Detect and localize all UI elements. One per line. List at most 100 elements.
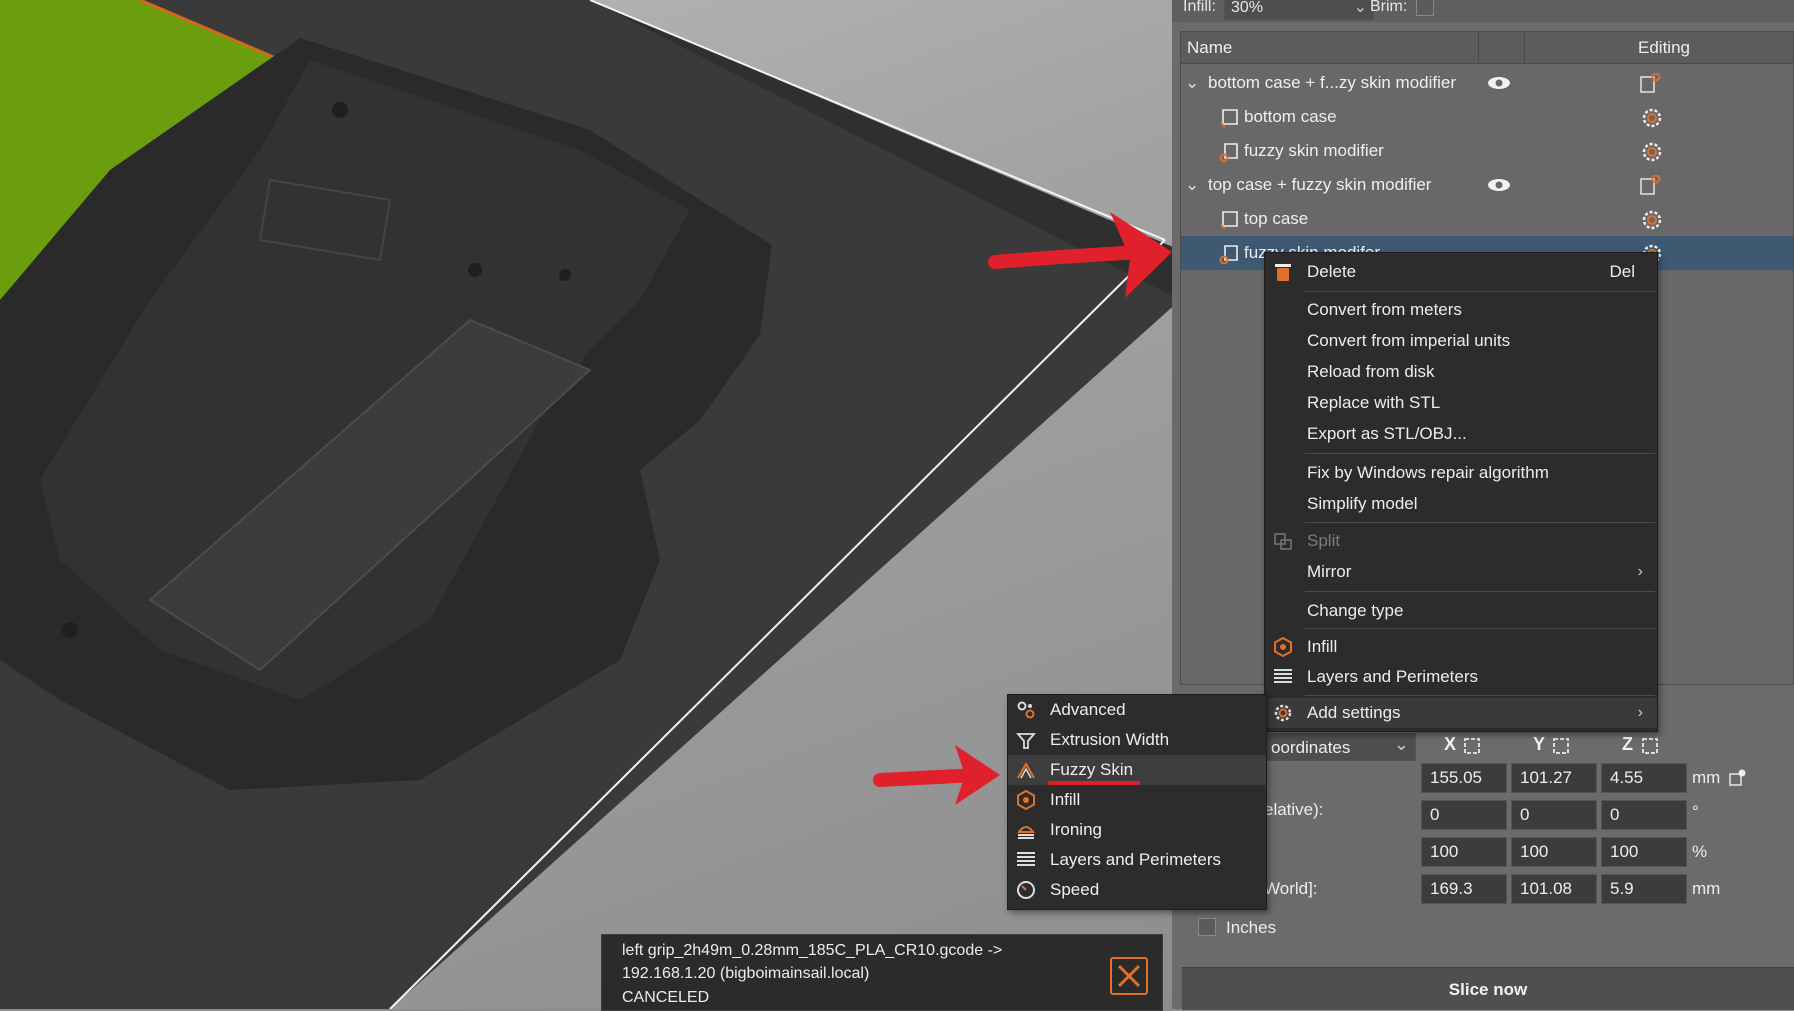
object-settings-icon[interactable]	[1639, 175, 1661, 197]
menu-separator	[1305, 628, 1655, 629]
object-label: bottom case + f...zy skin modifier	[1208, 73, 1457, 92]
part-icon	[1220, 109, 1238, 128]
rotation-y-input[interactable]: 0	[1511, 800, 1597, 830]
3d-viewport[interactable]	[0, 0, 1180, 1009]
menu-item-reload[interactable]: Reload from disk	[1265, 357, 1657, 387]
axis-x-lock-icon[interactable]	[1463, 737, 1481, 755]
scale-z-input[interactable]: 100	[1601, 837, 1687, 867]
menu-separator	[1305, 453, 1655, 454]
eye-icon[interactable]	[1487, 73, 1511, 93]
extrusion-width-icon	[1016, 733, 1036, 749]
menu-label: Convert from imperial units	[1307, 331, 1511, 350]
axis-z-lock-icon[interactable]	[1641, 737, 1659, 755]
submenu-item-ironing[interactable]: Ironing	[1008, 815, 1266, 845]
menu-item-layers[interactable]: Layers and Perimeters	[1265, 662, 1657, 692]
col-divider	[1478, 32, 1479, 63]
submenu-item-speed[interactable]: Speed	[1008, 875, 1266, 905]
size-z-input[interactable]: 5.9	[1601, 874, 1687, 904]
position-z-input[interactable]: 4.55	[1601, 763, 1687, 793]
menu-item-infill[interactable]: Infill	[1265, 632, 1657, 662]
rotation-z-input[interactable]: 0	[1601, 800, 1687, 830]
gear-icon[interactable]	[1641, 107, 1663, 129]
modifier-label: fuzzy skin modifier	[1244, 141, 1384, 160]
slice-now-button[interactable]: Slice now	[1182, 967, 1794, 1010]
menu-item-fix-windows[interactable]: Fix by Windows repair algorithm	[1265, 458, 1657, 488]
notification-line: 192.168.1.20 (bigboimainsail.local)	[622, 965, 870, 982]
tree-row-part[interactable]: top case	[1181, 202, 1793, 236]
inches-checkbox[interactable]	[1198, 918, 1216, 936]
infill-icon	[1274, 637, 1292, 657]
part-label: bottom case	[1244, 107, 1337, 126]
tree-row-part[interactable]: bottom case	[1181, 100, 1793, 134]
position-y-input[interactable]: 101.27	[1511, 763, 1597, 793]
col-editing[interactable]: Editing	[1638, 32, 1690, 63]
menu-item-mirror[interactable]: Mirror ›	[1265, 557, 1657, 587]
rotation-unit: °	[1692, 802, 1699, 821]
menu-item-change-type[interactable]: Change type	[1265, 596, 1657, 626]
menu-label: Infill	[1307, 637, 1338, 656]
gear-icon[interactable]	[1641, 209, 1663, 231]
brim-checkbox[interactable]	[1416, 0, 1434, 16]
menu-label: Delete	[1307, 262, 1357, 281]
menu-item-export[interactable]: Export as STL/OBJ...	[1265, 419, 1657, 449]
menu-item-convert-meters[interactable]: Convert from meters	[1265, 295, 1657, 325]
menu-label: Advanced	[1050, 700, 1126, 719]
size-label: World]:	[1264, 879, 1318, 898]
inches-label: Inches	[1226, 918, 1277, 937]
size-unit: mm	[1692, 879, 1721, 898]
menu-item-convert-imperial[interactable]: Convert from imperial units	[1265, 326, 1657, 356]
menu-separator	[1305, 695, 1655, 696]
eye-icon[interactable]	[1487, 175, 1511, 195]
infill-combo[interactable]: 30% ⌄	[1224, 0, 1374, 20]
screw-hole	[468, 263, 482, 277]
menu-item-split[interactable]: Split	[1265, 526, 1657, 556]
menu-label: Simplify model	[1307, 494, 1418, 513]
layers-icon	[1274, 669, 1292, 683]
coordinates-combo-value: oordinates	[1271, 738, 1351, 757]
tree-row-object[interactable]: ⌄ bottom case + f...zy skin modifier	[1181, 66, 1793, 100]
gear-icon[interactable]	[1641, 141, 1663, 163]
position-x-input[interactable]: 155.05	[1421, 763, 1507, 793]
menu-separator	[1305, 522, 1655, 523]
close-icon[interactable]	[1110, 957, 1148, 995]
context-menu: Delete Del Convert from meters Convert f…	[1264, 252, 1658, 732]
menu-item-replace-stl[interactable]: Replace with STL	[1265, 388, 1657, 418]
tree-row-object[interactable]: ⌄ top case + fuzzy skin modifier	[1181, 168, 1793, 202]
trash-icon	[1275, 264, 1291, 281]
tree-row-modifier[interactable]: fuzzy skin modifier	[1181, 134, 1793, 168]
scale-unit: %	[1692, 842, 1708, 861]
submenu-item-extrusion-width[interactable]: Extrusion Width	[1008, 725, 1266, 755]
position-unit: mm	[1692, 768, 1721, 787]
menu-item-add-settings[interactable]: Add settings ›	[1265, 698, 1657, 728]
drop-to-bed-icon[interactable]	[1728, 768, 1748, 788]
chevron-down-icon[interactable]: ⌄	[1185, 66, 1199, 100]
scene-render	[0, 0, 1180, 1009]
menu-item-simplify[interactable]: Simplify model	[1265, 489, 1657, 519]
scale-x-input[interactable]: 100	[1421, 837, 1507, 867]
col-name[interactable]: Name	[1187, 32, 1232, 63]
part-icon	[1220, 211, 1238, 230]
axis-x-label: X	[1444, 734, 1457, 754]
submenu-item-infill[interactable]: Infill	[1008, 785, 1266, 815]
slice-now-label: Slice now	[1448, 980, 1528, 999]
submenu-item-layers[interactable]: Layers and Perimeters	[1008, 845, 1266, 875]
submenu-item-fuzzy-skin[interactable]: Fuzzy Skin	[1008, 755, 1266, 785]
scale-y-input[interactable]: 100	[1511, 837, 1597, 867]
object-settings-icon[interactable]	[1639, 73, 1661, 95]
rotation-x-input[interactable]: 0	[1421, 800, 1507, 830]
chevron-down-icon: ⌄	[1393, 734, 1409, 754]
menu-label: Mirror	[1307, 562, 1352, 581]
upload-notification: left grip_2h49m_0.28mm_185C_PLA_CR10.gco…	[601, 934, 1163, 1011]
submenu-item-advanced[interactable]: Advanced	[1008, 695, 1266, 725]
infill-value: 30%	[1231, 0, 1264, 16]
size-y-input[interactable]: 101.08	[1511, 874, 1597, 904]
col-divider	[1524, 32, 1525, 63]
axis-y-lock-icon[interactable]	[1552, 737, 1570, 755]
chevron-down-icon: ⌄	[1353, 0, 1367, 16]
chevron-down-icon[interactable]: ⌄	[1185, 168, 1199, 202]
object-manipulation-panel: oordinates ⌄ X Y Z 155.05 101.27 4.55 mm…	[1198, 722, 1794, 962]
coordinates-combo[interactable]: oordinates ⌄	[1264, 733, 1416, 761]
menu-item-delete[interactable]: Delete Del	[1265, 257, 1657, 287]
size-x-input[interactable]: 169.3	[1421, 874, 1507, 904]
menu-label: Add settings	[1307, 703, 1401, 722]
